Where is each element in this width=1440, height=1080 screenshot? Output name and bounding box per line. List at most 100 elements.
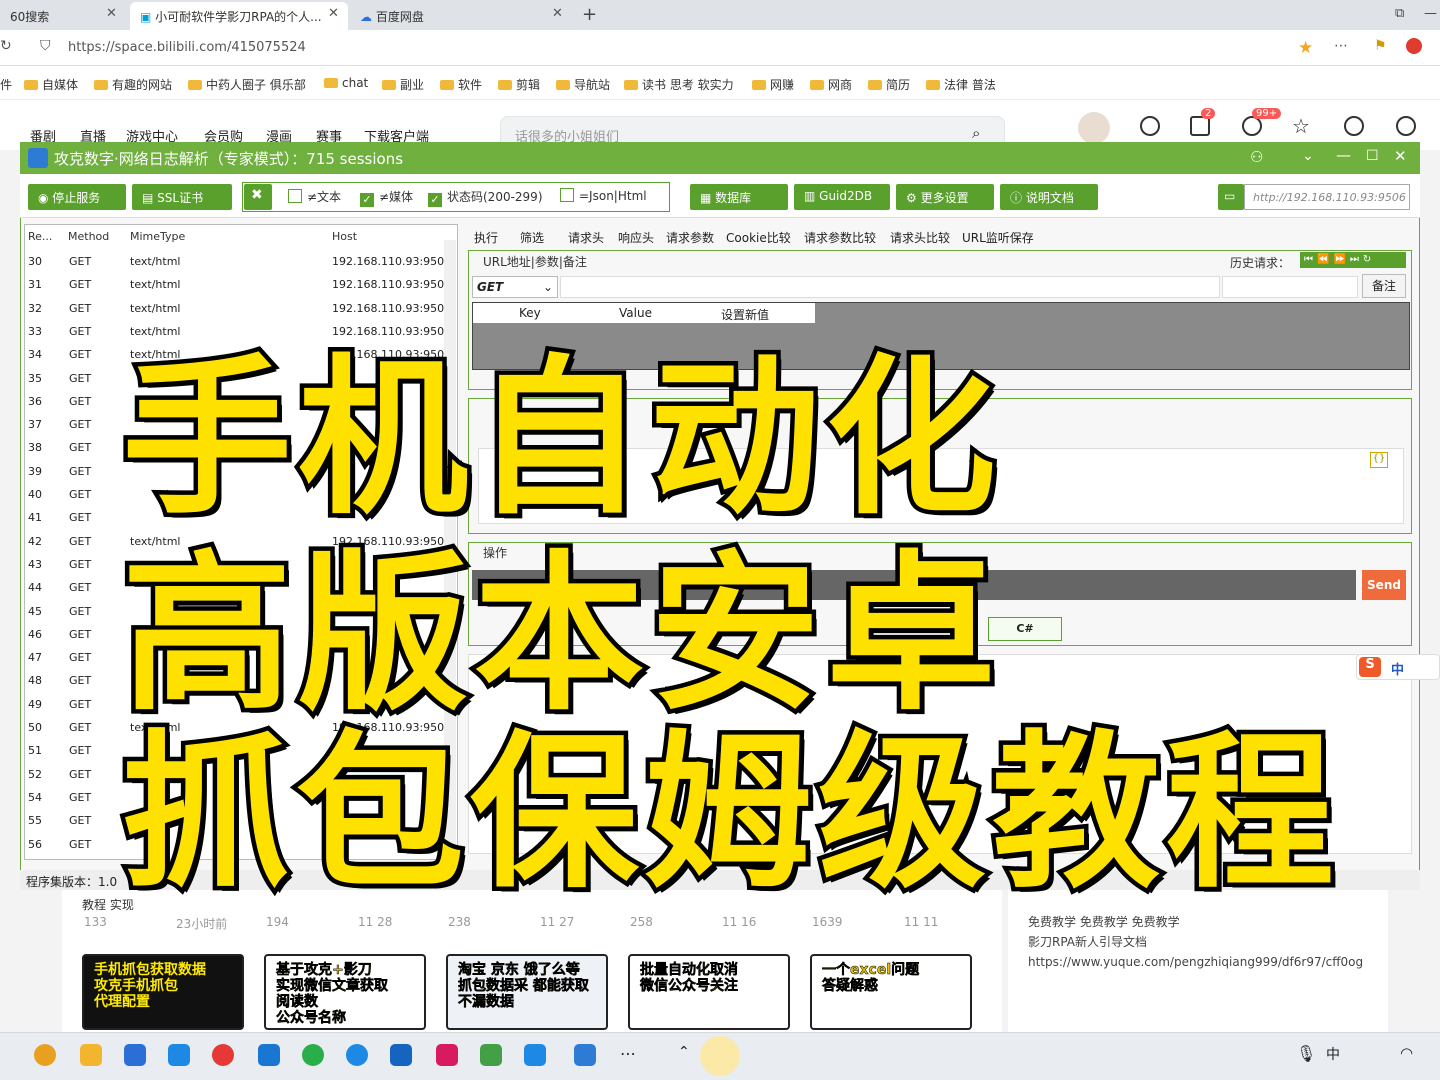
minimize-icon[interactable]: — xyxy=(1424,6,1437,21)
json-format-icon[interactable]: {} xyxy=(1370,452,1388,468)
tab-param-compare[interactable]: 请求参数比较 xyxy=(804,229,876,246)
table-row[interactable]: 31 GET text/html 192.168.110.93:9506 xyxy=(24,272,451,295)
message-icon[interactable] xyxy=(1190,116,1210,136)
video-thumbnail[interactable]: 批量自动化取消 微信公众号关注 xyxy=(628,954,790,1030)
more-icon[interactable]: ⋯ xyxy=(620,1044,636,1063)
tab-header-compare[interactable]: 请求头比较 xyxy=(890,229,950,246)
filter-checkbox[interactable]: ≠文本 xyxy=(288,188,341,205)
stop-service-button[interactable]: ◉ 停止服务 xyxy=(28,184,126,210)
extension-icon[interactable]: ⚑ xyxy=(1374,38,1387,54)
bookmark-item[interactable]: 法律 普法 xyxy=(926,76,996,93)
maximize-icon[interactable]: ☐ xyxy=(1366,148,1379,164)
chevron-down-icon[interactable]: ⌄ xyxy=(1302,148,1314,164)
tab-execute[interactable]: 执行 xyxy=(474,229,498,246)
filter-checkbox[interactable]: ✓ ≠媒体 xyxy=(360,188,413,207)
browser-icon[interactable] xyxy=(34,1044,56,1066)
filter-checkbox[interactable]: =Json|Html xyxy=(560,188,647,203)
app-icon[interactable] xyxy=(124,1044,146,1066)
tab-request-headers[interactable]: 请求头 xyxy=(568,229,604,246)
video-thumbnail[interactable]: 基于攻克+影刀 实现微信文章获取 阅读数 公众号名称 xyxy=(264,954,426,1030)
more-icon[interactable]: ⋯ xyxy=(1334,38,1348,54)
video-thumbnail[interactable]: 淘宝 京东 饿了么等 抓包数据采 都能获取 不漏数据 xyxy=(446,954,608,1030)
vip-icon[interactable] xyxy=(1140,116,1160,136)
app-icon[interactable] xyxy=(168,1044,190,1066)
note-input[interactable] xyxy=(1222,276,1358,298)
close-icon[interactable]: ✕ xyxy=(106,6,117,21)
tab-cookie-compare[interactable]: Cookie比较 xyxy=(726,229,791,246)
bookmark-item[interactable]: 网赚 xyxy=(752,76,794,93)
table-row[interactable]: 32 GET text/html 192.168.110.93:9506 xyxy=(24,296,451,319)
video-thumbnail[interactable]: 手机抓包获取数据 攻克手机抓包 代理配置 xyxy=(82,954,244,1030)
history-icon[interactable] xyxy=(1344,116,1364,136)
bookmark-item[interactable]: 导航站 xyxy=(556,76,610,93)
minimize-icon[interactable]: — xyxy=(1336,146,1351,164)
table-row[interactable]: 30 GET text/html 192.168.110.93:9506 xyxy=(24,249,451,272)
capture-app-icon[interactable] xyxy=(574,1044,596,1066)
user-icon[interactable]: ⚇ xyxy=(1250,148,1263,166)
app-icon[interactable] xyxy=(346,1044,368,1066)
column-header-id[interactable]: Re... xyxy=(28,230,52,243)
avatar[interactable] xyxy=(1078,112,1110,144)
dynamic-icon[interactable] xyxy=(1242,116,1262,136)
star-icon[interactable]: ★ xyxy=(1298,38,1313,58)
file-explorer-icon[interactable] xyxy=(80,1044,102,1066)
new-tab-icon[interactable]: + xyxy=(582,4,597,25)
bookmark-item[interactable]: 中药人圈子 俱乐部 xyxy=(188,76,306,93)
wifi-icon[interactable]: ◠ xyxy=(1400,1044,1413,1062)
column-header-host[interactable]: Host xyxy=(332,230,357,243)
ime-status[interactable]: 中 xyxy=(1326,1044,1340,1064)
method-select[interactable]: GET ⌄ xyxy=(472,276,558,298)
server-url-field[interactable]: http://192.168.110.93:9506 xyxy=(1244,184,1410,210)
tab-request-params[interactable]: 请求参数 xyxy=(666,229,714,246)
database-button[interactable]: ▦ 数据库 xyxy=(690,184,788,210)
bookmark-item[interactable]: 简历 xyxy=(868,76,910,93)
close-icon[interactable]: ✕ xyxy=(552,6,563,21)
microphone-icon[interactable]: 🎙 xyxy=(1296,1044,1316,1063)
close-icon[interactable]: ✕ xyxy=(328,6,339,21)
close-icon[interactable]: ✕ xyxy=(1394,147,1407,165)
refresh-icon[interactable]: ↻ xyxy=(0,38,12,54)
bookmark-item[interactable]: 剪辑 xyxy=(498,76,540,93)
app-icon[interactable] xyxy=(524,1044,546,1066)
tab-url-listen-save[interactable]: URL监听保存 xyxy=(962,229,1034,246)
more-settings-button[interactable]: ⚙ 更多设置 xyxy=(896,184,994,210)
app-icon[interactable] xyxy=(390,1044,412,1066)
bookmark-item[interactable]: 软件 xyxy=(440,76,482,93)
tab-response-headers[interactable]: 响应头 xyxy=(618,229,654,246)
bookmark-item[interactable]: chat xyxy=(324,76,368,90)
column-header-mimetype[interactable]: MimeType xyxy=(130,230,185,243)
app-icon[interactable] xyxy=(258,1044,280,1066)
bookmark-item[interactable]: 网商 xyxy=(810,76,852,93)
docs-button[interactable]: ⓘ 说明文档 xyxy=(1000,184,1098,210)
chevron-up-icon[interactable]: ⌃ xyxy=(678,1044,690,1060)
extension-icon[interactable] xyxy=(1406,38,1422,54)
ime-toolbar[interactable]: S 中 xyxy=(1356,654,1440,680)
guid2db-button[interactable]: ▥ Guid2DB xyxy=(794,184,890,210)
video-thumbnail[interactable]: 一个excel问题 答疑解惑 xyxy=(810,954,972,1030)
app-icon[interactable] xyxy=(480,1044,502,1066)
server-icon[interactable]: ▭ xyxy=(1218,184,1244,210)
send-button[interactable]: Send xyxy=(1362,570,1406,600)
ssl-cert-button[interactable]: ▤ SSL证书 xyxy=(132,184,232,210)
note-button[interactable]: 备注 xyxy=(1362,274,1406,298)
filter-checkbox[interactable]: ✓ 状态码(200-299) xyxy=(428,188,543,207)
tab-bilibili-space[interactable]: ▣ 小可耐软件学影刀RPA的个人... xyxy=(130,2,348,30)
bookmark-item[interactable]: 自媒体 xyxy=(24,76,78,93)
app-icon[interactable] xyxy=(212,1044,234,1066)
url-field[interactable]: https://space.bilibili.com/415075524 xyxy=(68,40,306,55)
clear-button[interactable]: ✖ xyxy=(244,184,272,210)
bookmark-item[interactable]: 件 xyxy=(0,76,12,93)
window-menu-icon[interactable]: ⧉ xyxy=(1395,6,1404,21)
tab-baidu-pan[interactable]: ☁ 百度网盘 xyxy=(350,2,570,30)
table-row[interactable]: 33 GET text/html 192.168.110.93:9506 xyxy=(24,319,451,342)
column-header-method[interactable]: Method xyxy=(68,230,109,243)
tab-filter[interactable]: 筛选 xyxy=(520,229,544,246)
app-icon[interactable] xyxy=(436,1044,458,1066)
request-url-input[interactable] xyxy=(560,276,1220,298)
announcement-link[interactable]: https://www.yuque.com/pengzhiqiang999/df… xyxy=(1028,952,1368,972)
creative-center-icon[interactable] xyxy=(1396,116,1416,136)
history-nav-buttons[interactable]: ⏮⏪⏩⏭↻ xyxy=(1300,252,1406,268)
bookmark-item[interactable]: 读书 思考 软实力 xyxy=(624,76,734,93)
bookmark-item[interactable]: 有趣的网站 xyxy=(94,76,172,93)
bookmark-item[interactable]: 副业 xyxy=(382,76,424,93)
